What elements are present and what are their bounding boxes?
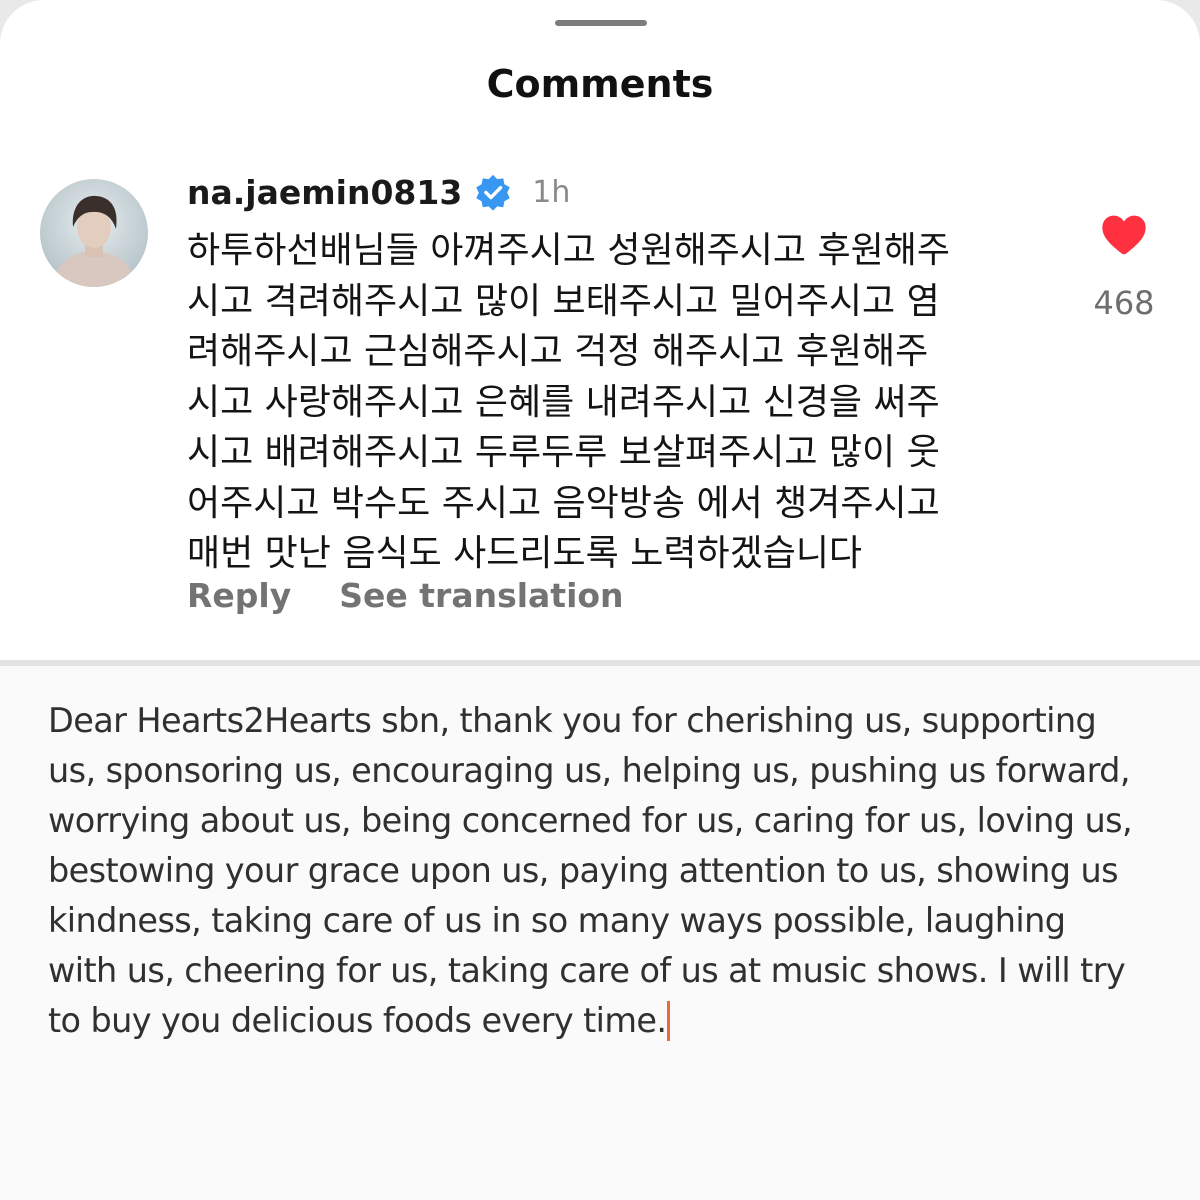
sheet-grabber-handle[interactable]	[555, 20, 647, 26]
heart-icon[interactable]	[1099, 210, 1149, 260]
see-translation-button[interactable]: See translation	[339, 576, 623, 615]
translation-text-content: Dear Hearts2Hearts sbn, thank you for ch…	[48, 701, 1133, 1040]
comments-sheet: Comments na.jaemin0813 1h 하투하선배님들 아껴주시고 …	[0, 0, 1200, 660]
sheet-title: Comments	[486, 62, 714, 106]
avatar-photo	[40, 179, 148, 287]
translation-text[interactable]: Dear Hearts2Hearts sbn, thank you for ch…	[48, 696, 1158, 1046]
verified-badge-icon	[476, 174, 511, 211]
like-count: 468	[1093, 284, 1155, 322]
comment-timestamp: 1h	[532, 174, 571, 210]
comment-username[interactable]: na.jaemin0813	[187, 173, 462, 212]
translation-panel[interactable]: Dear Hearts2Hearts sbn, thank you for ch…	[0, 666, 1200, 1200]
comment-header: na.jaemin0813 1h	[187, 171, 570, 213]
comment-text: 하투하선배님들 아껴주시고 성원해주시고 후원해주 시고 격려해주시고 많이 보…	[187, 230, 950, 574]
avatar[interactable]	[40, 179, 148, 287]
text-cursor	[667, 1001, 671, 1041]
comment-actions: Reply See translation	[187, 576, 624, 615]
reply-button[interactable]: Reply	[187, 576, 291, 615]
like-group: 468	[1080, 210, 1168, 322]
